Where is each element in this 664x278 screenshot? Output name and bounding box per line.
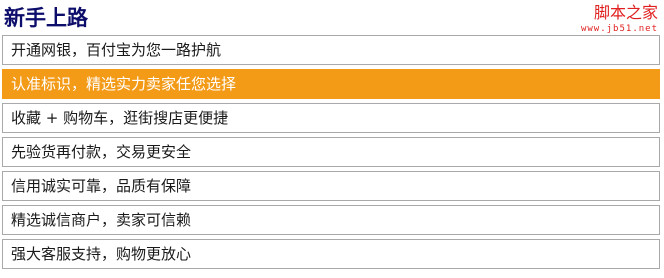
watermark-name: 脚本之家 [593,3,658,22]
watermark-url: www.jb51.net [580,24,658,34]
list-item[interactable]: 信用诚实可靠，品质有保障 [2,171,660,201]
site-watermark: 脚本之家 www.jb51.net [581,2,658,34]
list-item[interactable]: 收藏 + 购物车，逛街搜店更便捷 [2,103,660,133]
list-item[interactable]: 强大客服支持，购物更放心 [2,239,660,269]
list-item[interactable]: 开通网银，百付宝为您一路护航 [2,35,660,65]
page-title: 新手上路 [4,5,88,30]
guide-list: 开通网银，百付宝为您一路护航 认准标识，精选实力卖家任您选择 收藏 + 购物车，… [2,35,660,273]
list-item[interactable]: 认准标识，精选实力卖家任您选择 [2,69,660,99]
list-item[interactable]: 先验货再付款，交易更安全 [2,137,660,167]
list-item[interactable]: 精选诚信商户，卖家可信赖 [2,205,660,235]
